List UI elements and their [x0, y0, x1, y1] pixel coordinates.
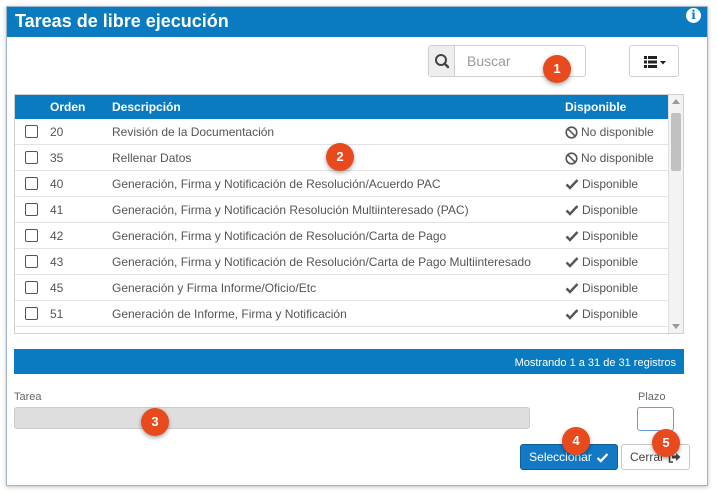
- column-toggle-button[interactable]: [629, 45, 679, 77]
- callout-marker-2: 2: [326, 143, 354, 171]
- cell-disponible: Disponible: [565, 177, 638, 191]
- cell-disponible: Disponible: [565, 229, 638, 243]
- header-descripcion[interactable]: Descripción: [112, 100, 181, 114]
- row-checkbox[interactable]: [25, 307, 38, 320]
- plazo-label: Plazo: [638, 391, 666, 403]
- check-icon: [596, 452, 609, 463]
- tarea-field: [14, 407, 530, 429]
- table-footer: Mostrando 1 a 31 de 31 registros: [14, 349, 684, 374]
- cell-descripcion: Generación, Firma y Notificación Resoluc…: [112, 203, 469, 217]
- records-info: Mostrando 1 a 31 de 31 registros: [514, 357, 676, 369]
- cell-disponible: No disponible: [565, 151, 654, 165]
- status-text: Disponible: [582, 177, 639, 191]
- check-icon: [565, 231, 579, 242]
- search-button[interactable]: [429, 46, 455, 76]
- cell-descripcion: Generación y Firma Informe/Oficio/Etc: [112, 281, 317, 295]
- cell-orden: 45: [50, 281, 64, 295]
- table-header: Orden Descripción Disponible: [15, 95, 669, 119]
- status-text: No disponible: [581, 151, 654, 165]
- callout-marker-3: 3: [141, 408, 169, 436]
- dialog-title: Tareas de libre ejecución: [15, 11, 229, 31]
- list-columns-icon: [644, 56, 666, 68]
- check-icon: [565, 283, 579, 294]
- cell-disponible: Disponible: [565, 255, 638, 269]
- row-checkbox[interactable]: [25, 151, 38, 164]
- ban-icon: [565, 125, 578, 139]
- cell-disponible: Disponible: [565, 203, 638, 217]
- row-checkbox[interactable]: [25, 125, 38, 138]
- tarea-label: Tarea: [14, 391, 42, 403]
- check-icon: [565, 205, 579, 216]
- cell-descripcion: Generación de Informe, Firma y Notificac…: [112, 307, 347, 321]
- header-orden[interactable]: Orden: [50, 100, 85, 114]
- table-row[interactable]: 41 Generación, Firma y Notificación Reso…: [15, 197, 669, 223]
- check-icon: [565, 309, 579, 320]
- scroll-up-arrow-icon[interactable]: [672, 99, 680, 104]
- row-checkbox[interactable]: [25, 203, 38, 216]
- table-row[interactable]: 40 Generación, Firma y Notificación de R…: [15, 171, 669, 197]
- cell-orden: 41: [50, 203, 64, 217]
- caret-down-icon: [660, 61, 666, 65]
- row-checkbox[interactable]: [25, 177, 38, 190]
- status-text: Disponible: [582, 229, 639, 243]
- table-scrollbar[interactable]: [668, 95, 683, 333]
- row-checkbox[interactable]: [25, 333, 38, 334]
- cell-orden: 40: [50, 177, 64, 191]
- scroll-thumb[interactable]: [671, 113, 681, 171]
- status-text: Disponible: [582, 281, 639, 295]
- table-row[interactable]: [15, 327, 669, 334]
- plazo-input[interactable]: [637, 407, 674, 431]
- table-row[interactable]: 42 Generación, Firma y Notificación de R…: [15, 223, 669, 249]
- search-icon: [435, 54, 450, 69]
- check-icon: [565, 257, 579, 268]
- status-text: Disponible: [582, 255, 639, 269]
- cell-orden: 43: [50, 255, 64, 269]
- cell-disponible: No disponible: [565, 125, 654, 139]
- status-text: Disponible: [582, 307, 639, 321]
- cell-orden: 20: [50, 125, 64, 139]
- cell-disponible: Disponible: [565, 281, 638, 295]
- table-row[interactable]: 20 Revisión de la Documentación No dispo…: [15, 119, 669, 145]
- callout-marker-5: 5: [652, 429, 680, 457]
- tasks-table: Orden Descripción Disponible 20 Revisión…: [14, 94, 684, 334]
- cell-descripcion: Revisión de la Documentación: [112, 125, 275, 139]
- status-text: No disponible: [581, 125, 654, 139]
- callout-marker-1: 1: [543, 55, 571, 83]
- cell-orden: 35: [50, 151, 64, 165]
- info-icon[interactable]: i: [686, 8, 701, 23]
- check-icon: [565, 179, 579, 190]
- cell-descripcion: Rellenar Datos: [112, 151, 192, 165]
- cell-descripcion: Generación, Firma y Notificación de Reso…: [112, 177, 441, 191]
- cell-orden: 51: [50, 307, 64, 321]
- scroll-down-arrow-icon[interactable]: [672, 324, 680, 329]
- dialog-titlebar: Tareas de libre ejecución i: [7, 7, 707, 37]
- cell-descripcion: Generación, Firma y Notificación de Reso…: [112, 255, 531, 269]
- row-checkbox[interactable]: [25, 229, 38, 242]
- row-checkbox[interactable]: [25, 255, 38, 268]
- header-disponible[interactable]: Disponible: [565, 100, 626, 114]
- table-row[interactable]: 45 Generación y Firma Informe/Oficio/Etc…: [15, 275, 669, 301]
- status-text: Disponible: [582, 203, 639, 217]
- ban-icon: [565, 151, 578, 165]
- row-checkbox[interactable]: [25, 281, 38, 294]
- cell-descripcion: Generación, Firma y Notificación de Reso…: [112, 229, 447, 243]
- callout-marker-4: 4: [562, 427, 590, 455]
- table-row[interactable]: 51 Generación de Informe, Firma y Notifi…: [15, 301, 669, 327]
- cell-orden: 42: [50, 229, 64, 243]
- cell-disponible: Disponible: [565, 307, 638, 321]
- table-row[interactable]: 43 Generación, Firma y Notificación de R…: [15, 249, 669, 275]
